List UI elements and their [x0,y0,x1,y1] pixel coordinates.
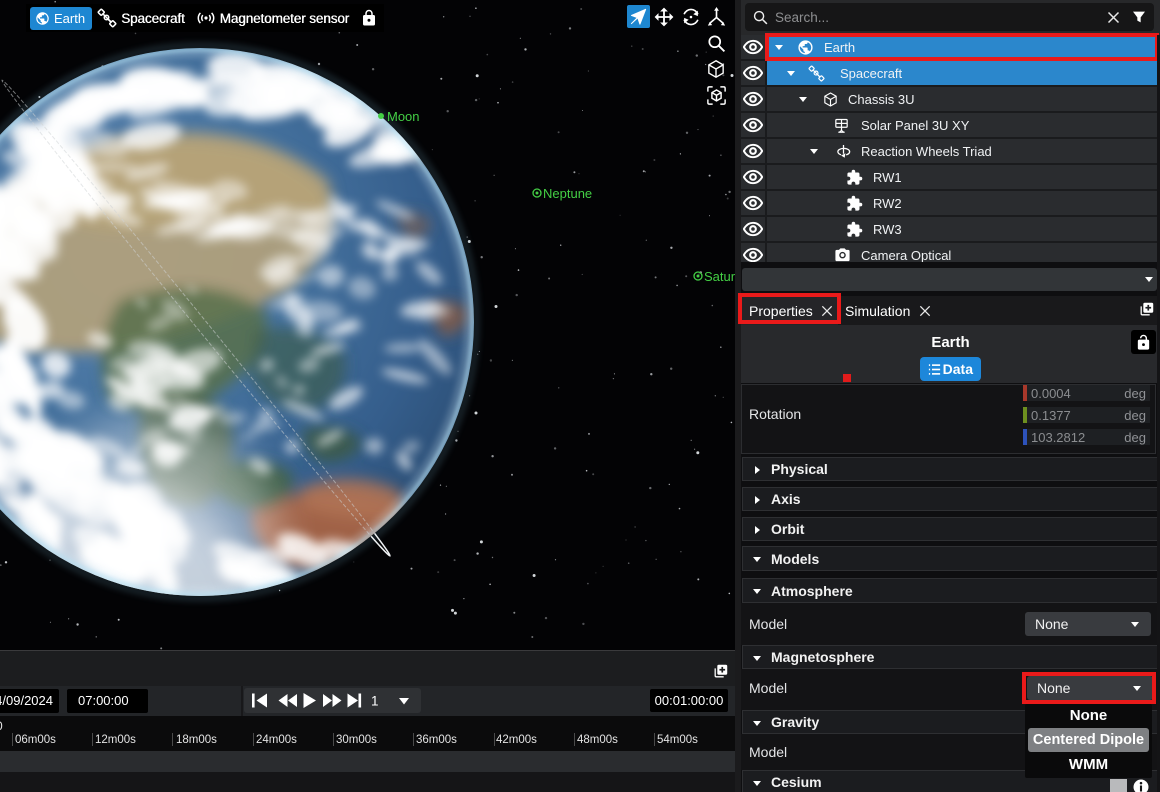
svg-text:Saturn: Saturn [704,269,735,284]
svg-text:Moon: Moon [387,109,420,124]
svg-text:1: 1 [371,694,379,709]
svg-text:Neptune: Neptune [543,186,592,201]
